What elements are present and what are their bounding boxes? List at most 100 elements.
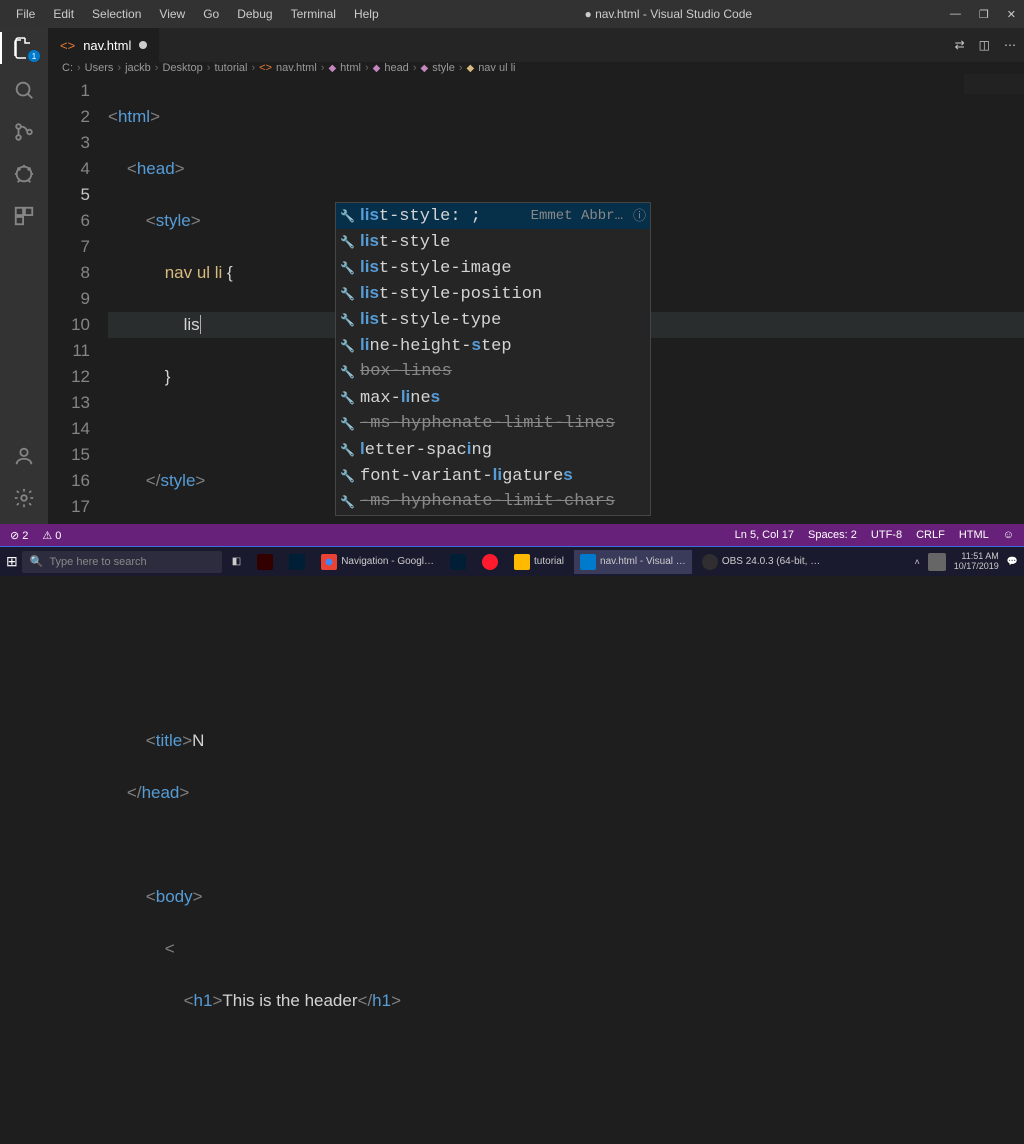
search-icon: 🔍	[30, 555, 44, 568]
tray-expand-icon[interactable]: ˄	[914, 557, 919, 567]
property-icon: 🔧	[340, 411, 354, 437]
property-icon: 🔧	[340, 385, 354, 411]
menu-debug[interactable]: Debug	[229, 3, 280, 25]
task-view-icon[interactable]: ◧	[226, 550, 247, 574]
extensions-icon[interactable]	[12, 204, 36, 228]
html-file-icon: <>	[60, 38, 75, 53]
suggest-item[interactable]: 🔧box-lines	[336, 359, 650, 385]
modified-indicator	[139, 41, 147, 49]
debug-icon[interactable]	[12, 162, 36, 186]
maximize-button[interactable]: ❐	[979, 8, 989, 21]
suggest-label: font-variant-ligatures	[360, 462, 646, 490]
status-warnings[interactable]: ⚠ 0	[42, 529, 61, 542]
menu-go[interactable]: Go	[195, 3, 227, 25]
taskbar-chrome[interactable]: Navigation - Googl…	[315, 550, 440, 574]
suggest-label: list-style-image	[360, 254, 646, 282]
suggest-item[interactable]: 🔧list-style	[336, 229, 650, 255]
menu-edit[interactable]: Edit	[45, 3, 82, 25]
suggest-label: -ms-hyphenate-limit-chars	[360, 489, 646, 515]
code-editor[interactable]: 1234 5678 9101112 13141516 1718 <html> <…	[48, 74, 1024, 1144]
suggest-label: list-style-position	[360, 280, 646, 308]
suggest-item[interactable]: 🔧-ms-hyphenate-limit-chars	[336, 489, 650, 515]
status-eol[interactable]: CRLF	[916, 529, 945, 541]
window-controls: — ❐ ✕	[950, 8, 1016, 21]
taskbar-obs[interactable]: OBS 24.0.3 (64-bit, …	[696, 550, 826, 574]
taskbar-app-ps[interactable]	[283, 550, 311, 574]
property-icon: 🔧	[340, 359, 354, 385]
menu-file[interactable]: File	[8, 3, 43, 25]
taskbar-vscode[interactable]: nav.html - Visual …	[574, 550, 692, 574]
taskbar-app-ai[interactable]	[251, 550, 279, 574]
menu-view[interactable]: View	[151, 3, 193, 25]
suggest-label: -ms-hyphenate-limit-lines	[360, 411, 646, 437]
suggest-item[interactable]: 🔧letter-spacing	[336, 437, 650, 463]
suggest-item[interactable]: 🔧list-style-position	[336, 281, 650, 307]
suggest-label: letter-spacing	[360, 436, 646, 464]
menu-terminal[interactable]: Terminal	[283, 3, 344, 25]
property-icon: 🔧	[340, 333, 354, 359]
status-bar: ⊘ 2 ⚠ 0 Ln 5, Col 17 Spaces: 2 UTF-8 CRL…	[0, 524, 1024, 546]
suggest-label: line-height-step	[360, 332, 646, 360]
status-indentation[interactable]: Spaces: 2	[808, 529, 857, 541]
property-icon: 🔧	[340, 229, 354, 255]
taskbar-explorer[interactable]: tutorial	[508, 550, 570, 574]
menu-selection[interactable]: Selection	[84, 3, 149, 25]
tab-label: nav.html	[83, 38, 131, 53]
start-button[interactable]: ⊞	[6, 553, 18, 570]
notifications-icon[interactable]: 💬	[1007, 556, 1018, 567]
compare-changes-icon[interactable]: ⇄	[955, 38, 965, 52]
close-button[interactable]: ✕	[1007, 8, 1016, 21]
status-language[interactable]: HTML	[959, 529, 989, 541]
more-actions-icon[interactable]: ⋯	[1004, 38, 1016, 52]
status-encoding[interactable]: UTF-8	[871, 529, 902, 541]
status-errors[interactable]: ⊘ 2	[10, 529, 28, 542]
window-title: ● nav.html - Visual Studio Code	[387, 7, 950, 21]
suggest-item[interactable]: 🔧-ms-hyphenate-limit-lines	[336, 411, 650, 437]
suggest-hint: Emmet Abbr…	[531, 203, 623, 229]
source-control-icon[interactable]	[12, 120, 36, 144]
editor-area: <> nav.html ⇄ ◫ ⋯ C:› Users› jackb› Desk…	[48, 28, 1024, 524]
intellisense-popup[interactable]: 🔧list-style: ;Emmet Abbr…ⓘ🔧list-style🔧li…	[335, 202, 651, 516]
suggest-label: list-style-type	[360, 306, 646, 334]
menu-help[interactable]: Help	[346, 3, 387, 25]
suggest-label: list-style	[360, 228, 646, 256]
info-icon[interactable]: ⓘ	[633, 203, 646, 229]
status-cursor-position[interactable]: Ln 5, Col 17	[735, 529, 794, 541]
code-content[interactable]: <html> <head> <style> nav ul li { lis } …	[108, 74, 1024, 1144]
taskbar-search[interactable]: 🔍 Type here to search	[22, 551, 222, 573]
system-tray[interactable]: ˄ 11:51 AM 10/17/2019 💬	[914, 552, 1018, 572]
suggest-item[interactable]: 🔧font-variant-ligatures	[336, 463, 650, 489]
suggest-item[interactable]: 🔧max-lines	[336, 385, 650, 411]
minimap[interactable]	[964, 74, 1024, 214]
explorer-icon[interactable]: 1	[12, 36, 36, 60]
status-feedback-icon[interactable]: ☺	[1003, 529, 1014, 541]
accounts-icon[interactable]	[12, 444, 36, 468]
activity-bar: 1	[0, 28, 48, 524]
split-editor-icon[interactable]: ◫	[979, 38, 990, 52]
property-icon: 🔧	[340, 307, 354, 333]
breadcrumb[interactable]: C:› Users› jackb› Desktop› tutorial› <>n…	[48, 62, 1024, 74]
property-icon: 🔧	[340, 489, 354, 515]
property-icon: 🔧	[340, 255, 354, 281]
tab-bar: <> nav.html ⇄ ◫ ⋯	[48, 28, 1024, 62]
suggest-label: list-style: ;	[360, 202, 525, 230]
suggest-item[interactable]: 🔧list-style: ;Emmet Abbr… ⓘ	[336, 203, 650, 229]
minimize-button[interactable]: —	[950, 8, 961, 20]
taskbar-app-ps2[interactable]	[444, 550, 472, 574]
tray-date: 10/17/2019	[954, 562, 999, 572]
explorer-badge: 1	[28, 50, 40, 62]
tab-nav-html[interactable]: <> nav.html	[48, 28, 159, 62]
property-icon: 🔧	[340, 463, 354, 489]
windows-taskbar: ⊞ 🔍 Type here to search ◧ Navigation - G…	[0, 546, 1024, 576]
tray-thumbnail	[928, 553, 946, 571]
property-icon: 🔧	[340, 281, 354, 307]
gear-icon[interactable]	[12, 486, 36, 510]
title-bar: File Edit Selection View Go Debug Termin…	[0, 0, 1024, 28]
property-icon: 🔧	[340, 203, 354, 229]
suggest-item[interactable]: 🔧line-height-step	[336, 333, 650, 359]
suggest-item[interactable]: 🔧list-style-image	[336, 255, 650, 281]
suggest-item[interactable]: 🔧list-style-type	[336, 307, 650, 333]
search-icon[interactable]	[12, 78, 36, 102]
suggest-label: max-lines	[360, 384, 646, 412]
taskbar-app-opera[interactable]	[476, 550, 504, 574]
